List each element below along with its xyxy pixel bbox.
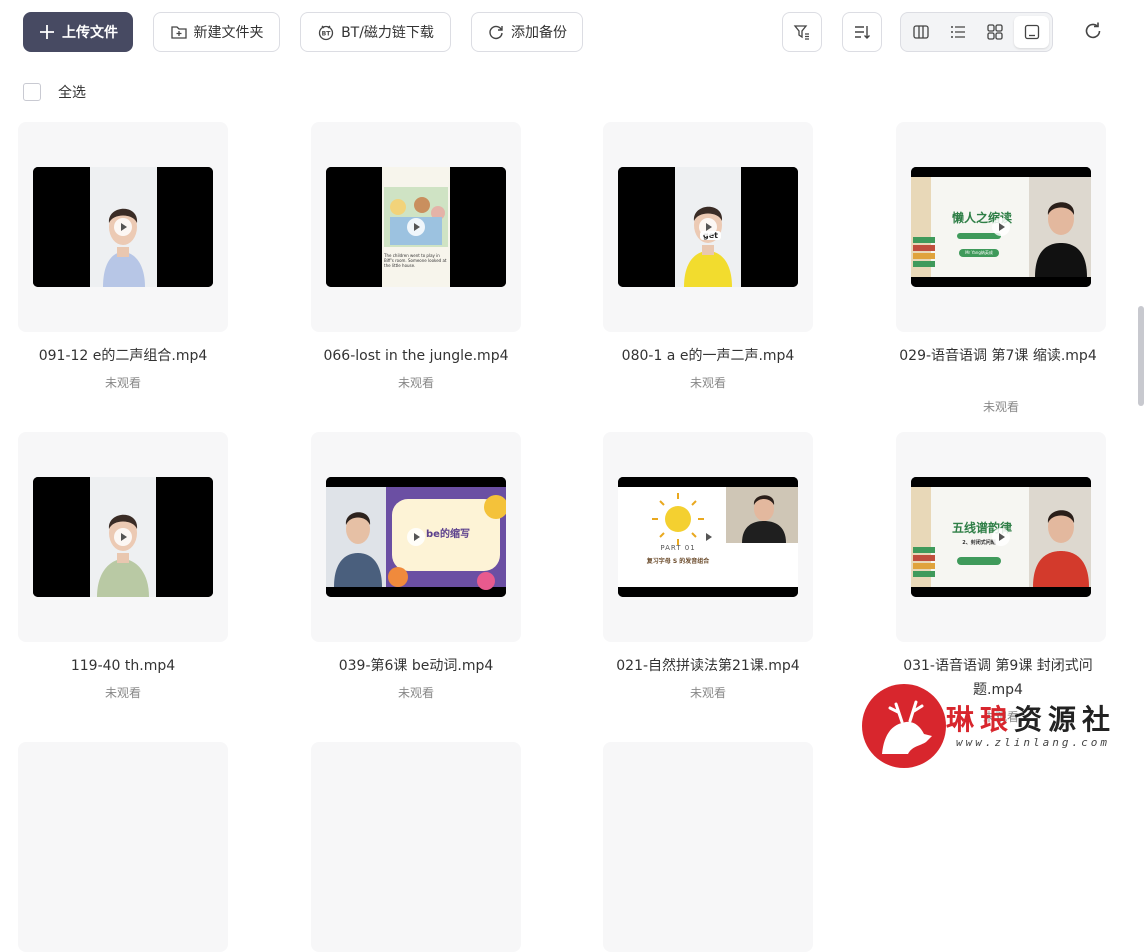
file-name[interactable]: 091-12 e的二声组合.mp4 — [0, 344, 246, 368]
watch-status: 未观看 — [689, 376, 726, 390]
watch-status: 未观看 — [689, 686, 726, 700]
file-name[interactable]: 119-40 th.mp4 — [0, 654, 246, 678]
thumbnail-frame: The children went to play in Biff's room… — [311, 122, 521, 332]
grid-icon — [987, 24, 1003, 40]
upload-button[interactable]: 上传文件 — [23, 12, 133, 52]
watermark-logo — [862, 684, 946, 768]
view-large-thumbnail[interactable] — [1014, 16, 1049, 48]
video-thumbnail[interactable]: The children went to play in Biff's room… — [326, 167, 506, 287]
slide-subtitle: 复习字母 S 的发音组合 — [646, 558, 710, 565]
plus-icon — [40, 25, 54, 39]
thumbnail-frame — [18, 432, 228, 642]
thumbnail-frame: 懒人之缩读 Mr Yang纳英成 — [896, 122, 1106, 332]
play-icon — [699, 528, 717, 546]
play-icon — [699, 218, 717, 236]
watch-status: 未观看 — [104, 686, 141, 700]
slide-title: 五线谱韵律 — [951, 521, 1012, 535]
list-icon — [951, 26, 966, 38]
watermark: 琳琅资源社 www.zlinlang.com — [860, 684, 1130, 770]
video-thumbnail[interactable] — [33, 167, 213, 287]
filter-icon — [793, 25, 809, 40]
select-all[interactable]: 全选 — [23, 82, 86, 102]
new-folder-button[interactable]: 新建文件夹 — [153, 12, 280, 52]
bt-icon: BT — [318, 25, 334, 41]
video-thumbnail[interactable]: be的缩写 — [326, 477, 506, 597]
thumbnail-frame — [18, 122, 228, 332]
play-icon — [114, 528, 132, 546]
play-icon — [407, 528, 425, 546]
slide-title: be的缩写 — [426, 529, 470, 540]
refresh-button[interactable] — [1080, 18, 1106, 44]
add-backup-label: 添加备份 — [511, 25, 567, 41]
filter-button[interactable] — [782, 12, 822, 52]
toolbar: 上传文件 新建文件夹 BT BT/磁力链下载 添加备份 — [0, 0, 1146, 64]
watermark-title-rest: 资源社 — [1014, 703, 1117, 736]
play-icon — [992, 528, 1010, 546]
watermark-title-red: 琳琅 — [946, 703, 1015, 736]
refresh-icon — [1085, 22, 1101, 39]
thumbnail-frame: get — [603, 122, 813, 332]
thumbnail-frame: PART 01 复习字母 S 的发音组合 — [603, 432, 813, 642]
watch-status: 未观看 — [982, 400, 1019, 414]
bt-download-button[interactable]: BT BT/磁力链下载 — [300, 12, 451, 52]
storybook-caption: The children went to play in Biff's room… — [384, 253, 447, 268]
sync-icon — [489, 25, 503, 40]
view-grid[interactable] — [978, 16, 1013, 48]
thumbnail-frame — [18, 742, 228, 952]
watch-status: 未观看 — [397, 686, 434, 700]
watermark-title: 琳琅资源社 — [946, 698, 1116, 738]
svg-text:BT: BT — [322, 31, 332, 38]
play-icon — [992, 218, 1010, 236]
thumbnail-frame: 五线谱韵律 2、封闭式问题 — [896, 432, 1106, 642]
video-thumbnail[interactable]: 懒人之缩读 Mr Yang纳英成 — [911, 167, 1091, 287]
select-all-label: 全选 — [58, 85, 86, 101]
video-thumbnail[interactable]: get — [618, 167, 798, 287]
watch-status: 未观看 — [104, 376, 141, 390]
file-name[interactable]: 021-自然拼读法第21课.mp4 — [585, 654, 831, 678]
thumbnail-icon — [1024, 24, 1039, 40]
deer-logo-icon — [882, 700, 932, 754]
file-name[interactable]: 066-lost in the jungle.mp4 — [293, 344, 539, 368]
scrollbar-thumb[interactable] — [1138, 306, 1144, 406]
bt-download-label: BT/磁力链下载 — [341, 25, 434, 41]
watermark-url: www.zlinlang.com — [956, 736, 1110, 749]
upload-label: 上传文件 — [62, 25, 118, 41]
file-name[interactable]: 080-1 a e的一声二声.mp4 — [585, 344, 831, 368]
add-backup-button[interactable]: 添加备份 — [471, 12, 583, 52]
thumbnail-frame: be的缩写 — [311, 432, 521, 642]
view-mode-switcher — [900, 12, 1053, 52]
new-folder-label: 新建文件夹 — [193, 25, 264, 41]
play-icon — [114, 218, 132, 236]
sort-button[interactable] — [842, 12, 882, 52]
play-icon — [407, 218, 425, 236]
view-columns[interactable] — [904, 16, 939, 48]
thumbnail-frame — [603, 742, 813, 952]
video-thumbnail[interactable]: PART 01 复习字母 S 的发音组合 — [618, 477, 798, 597]
sort-icon — [855, 26, 870, 39]
select-all-checkbox[interactable] — [23, 83, 41, 101]
slide-subtitle: Mr Yang纳英成 — [965, 250, 993, 255]
thumbnail-frame — [311, 742, 521, 952]
file-name[interactable]: 029-语音语调 第7课 缩读.mp4 — [878, 344, 1118, 368]
slide-title: PART 01 — [660, 544, 696, 552]
slide-title: 懒人之缩读 — [951, 211, 1012, 225]
columns-icon — [913, 25, 930, 39]
folder-plus-icon — [170, 26, 187, 39]
video-thumbnail[interactable] — [33, 477, 213, 597]
view-list[interactable] — [941, 16, 976, 48]
video-thumbnail[interactable]: 五线谱韵律 2、封闭式问题 — [911, 477, 1091, 597]
watch-status: 未观看 — [397, 376, 434, 390]
file-name[interactable]: 039-第6课 be动词.mp4 — [293, 654, 539, 678]
